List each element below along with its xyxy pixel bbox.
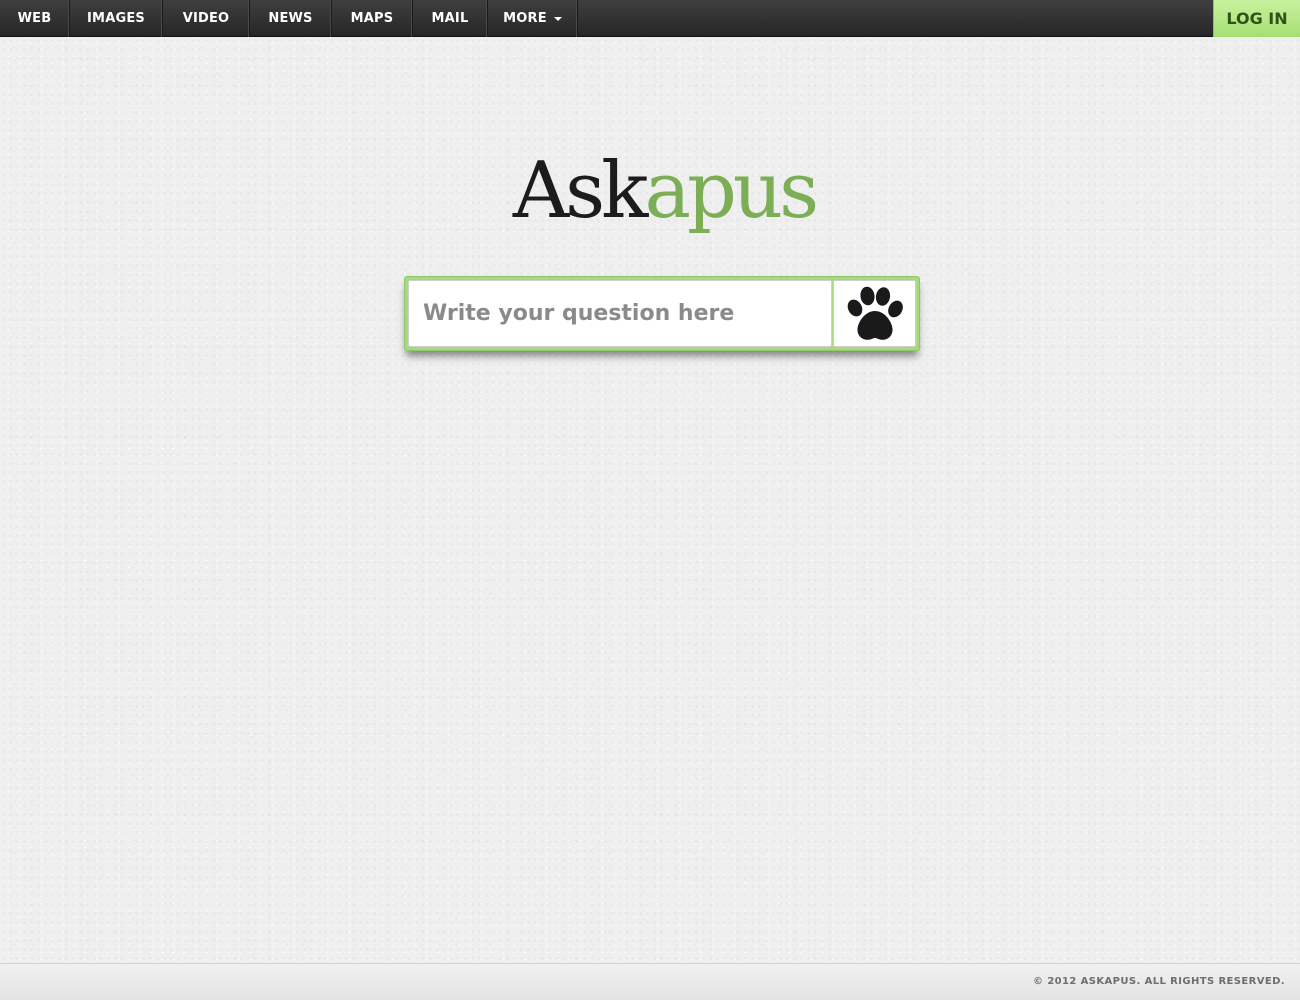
- nav-item-label: NEWS: [268, 11, 313, 26]
- nav-item-news[interactable]: NEWS: [250, 0, 332, 37]
- logo: Askapus: [0, 152, 1300, 230]
- logo-text-ask: Ask: [512, 146, 649, 236]
- chevron-down-icon: [553, 17, 562, 21]
- nav-item-maps[interactable]: MAPS: [332, 0, 413, 37]
- nav-item-more[interactable]: MORE: [488, 0, 578, 37]
- login-button[interactable]: LOG IN: [1213, 0, 1300, 37]
- top-nav-bar: WEB IMAGES VIDEO NEWS MAPS MAIL MORE LOG…: [0, 0, 1300, 37]
- nav-item-label: MAPS: [350, 11, 394, 26]
- login-button-label: LOG IN: [1226, 9, 1288, 28]
- search-button[interactable]: [833, 280, 916, 347]
- nav-item-label: IMAGES: [87, 11, 145, 26]
- nav-item-mail[interactable]: MAIL: [413, 0, 488, 37]
- paw-icon: [847, 286, 903, 340]
- logo-text-apus: apus: [644, 146, 819, 236]
- footer: © 2012 ASKAPUS. ALL RIGHTS RESERVED.: [0, 963, 1300, 1000]
- copyright-text: © 2012 ASKAPUS. ALL RIGHTS RESERVED.: [1033, 976, 1285, 987]
- nav-item-images[interactable]: IMAGES: [70, 0, 163, 37]
- nav-item-label: MAIL: [431, 11, 469, 26]
- nav-item-web[interactable]: WEB: [0, 0, 70, 37]
- search-input[interactable]: [408, 280, 832, 347]
- search-box: [404, 276, 920, 351]
- main-nav: WEB IMAGES VIDEO NEWS MAPS MAIL MORE: [0, 0, 1300, 37]
- nav-item-video[interactable]: VIDEO: [163, 0, 250, 37]
- nav-item-label: VIDEO: [182, 11, 230, 26]
- nav-item-label: MORE: [503, 11, 547, 26]
- nav-item-label: WEB: [17, 11, 52, 26]
